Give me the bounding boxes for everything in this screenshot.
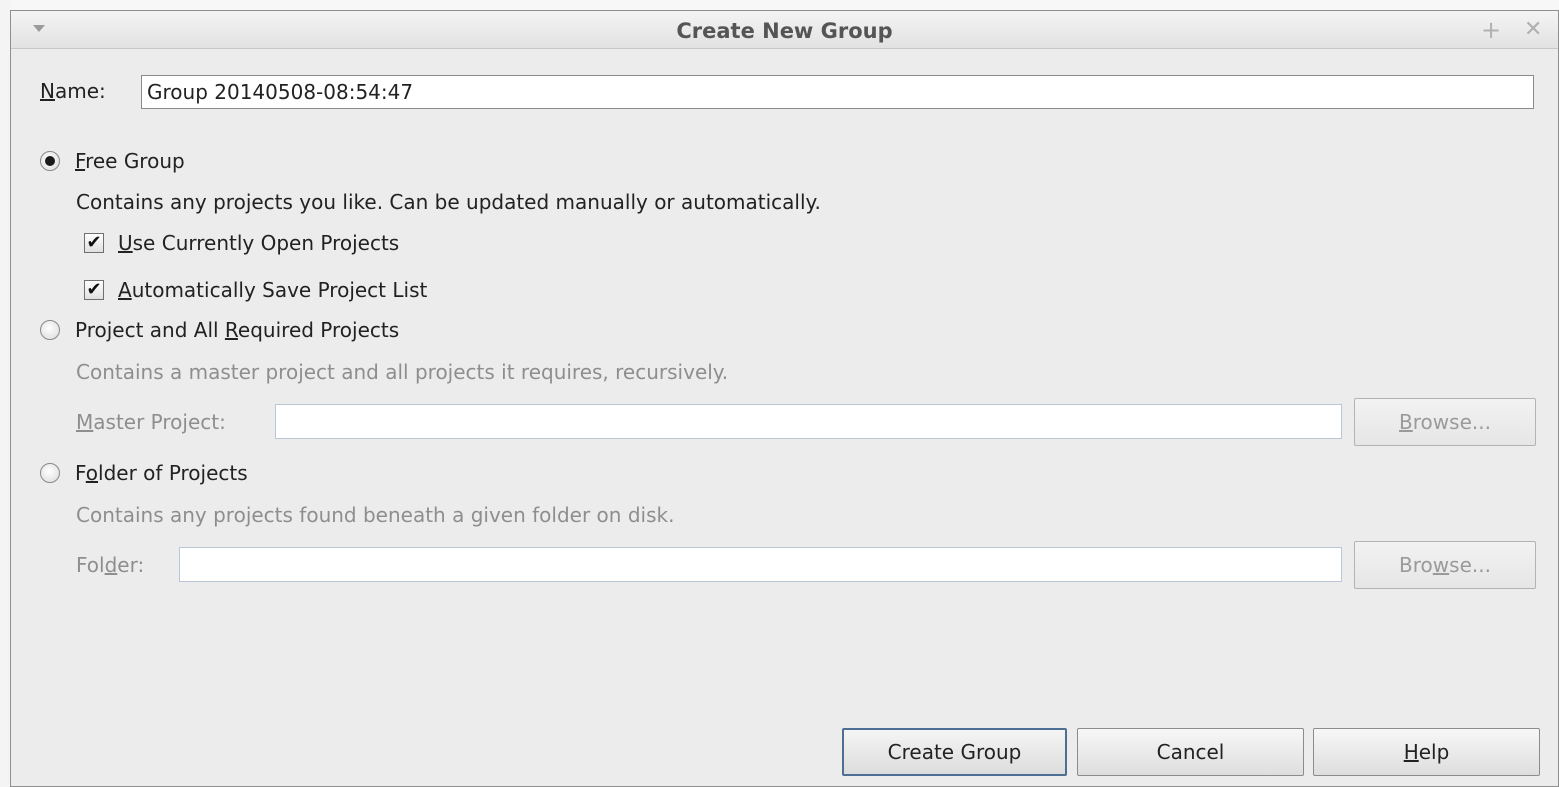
desktop-backdrop-top [0,0,1559,10]
master-browse-button[interactable]: Browse... [1354,398,1536,446]
cancel-button[interactable]: Cancel [1077,728,1304,776]
help-button[interactable]: Help [1313,728,1540,776]
create-group-button[interactable]: Create Group [842,728,1067,776]
folder-browse-button[interactable]: Browse... [1354,541,1536,589]
use-open-projects-label[interactable]: Use Currently Open Projects [118,231,399,255]
project-required-radio[interactable] [40,320,60,340]
desktop-backdrop-left [0,0,10,787]
project-required-radio-label[interactable]: Project and All Required Projects [75,318,399,342]
dialog-title: Create New Group [676,19,893,43]
folder-projects-radio-label[interactable]: Folder of Projects [75,461,248,485]
title-bar: Create New Group + ✕ [11,11,1558,49]
folder-projects-description: Contains any projects found beneath a gi… [76,503,675,527]
auto-save-checkbox[interactable]: ✔ [84,280,104,300]
create-new-group-dialog: Create New Group + ✕ Name: Free Group Co… [10,10,1559,787]
auto-save-label[interactable]: Automatically Save Project List [118,278,427,302]
project-required-description: Contains a master project and all projec… [76,360,729,384]
use-open-projects-checkbox[interactable]: ✔ [84,233,104,253]
folder-label: Folder: [76,553,145,577]
free-group-description: Contains any projects you like. Can be u… [76,190,821,214]
radio-selected-dot [45,156,55,166]
free-group-radio-label[interactable]: Free Group [75,149,185,173]
folder-projects-radio[interactable] [40,463,60,483]
name-label: Name: [40,79,106,103]
folder-field[interactable] [179,547,1342,582]
close-icon[interactable]: ✕ [1524,15,1542,45]
master-project-label: Master Project: [76,410,226,434]
maximize-icon[interactable]: + [1481,15,1501,45]
free-group-radio[interactable] [40,151,60,171]
name-field[interactable] [141,75,1534,109]
master-project-field[interactable] [275,404,1342,439]
